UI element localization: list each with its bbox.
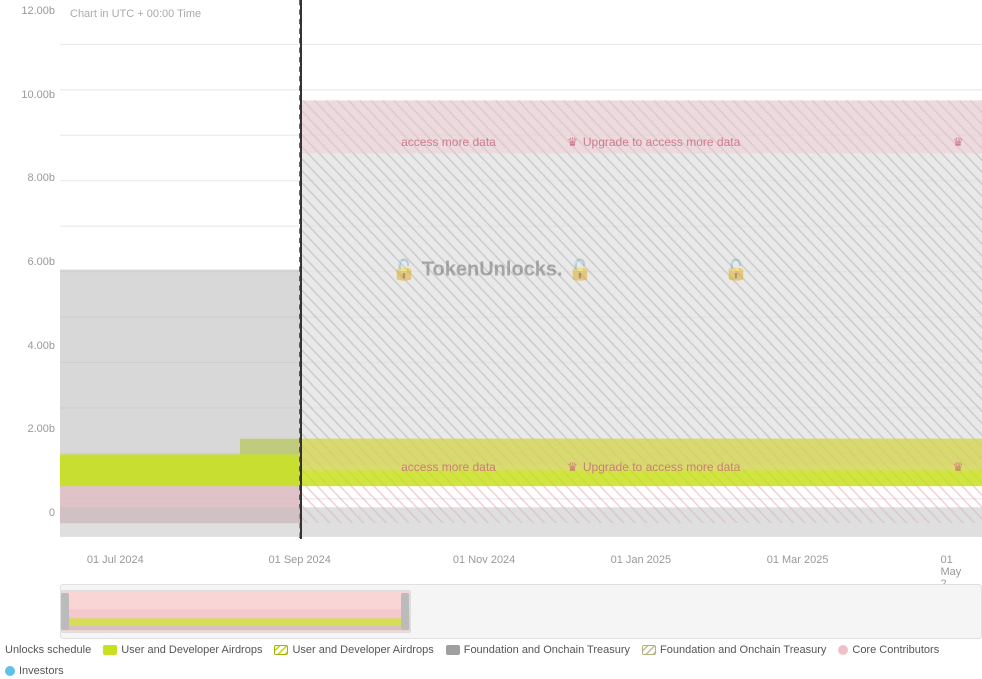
- y-axis: 12.00b 10.00b 8.00b 6.00b 4.00b 2.00b 0: [0, 0, 60, 539]
- watermark-2: 🔓: [724, 257, 749, 282]
- upgrade-banner-2[interactable]: ♛ Upgrade to access more data: [567, 135, 740, 149]
- scroll-navigator[interactable]: [60, 584, 982, 639]
- access-text-2: access more data: [401, 460, 496, 474]
- y-label-0: 0: [5, 507, 55, 519]
- x-label-nov: 01 Nov 2024: [453, 554, 515, 566]
- crown-icon-2: ♛: [953, 135, 964, 149]
- legend-color-gray: [446, 645, 460, 655]
- y-label-2: 2.00b: [5, 423, 55, 435]
- upgrade-banner-1[interactable]: access more data: [401, 135, 496, 149]
- y-label-10: 10.00b: [5, 89, 55, 101]
- legend-item-foundation-hatched: Foundation and Onchain Treasury: [642, 644, 826, 656]
- y-label-8: 8.00b: [5, 172, 55, 184]
- legend-label-foundation-hatched: Foundation and Onchain Treasury: [660, 644, 826, 656]
- legend-label-foundation-solid: Foundation and Onchain Treasury: [464, 644, 630, 656]
- y-label-12: 12.00b: [5, 5, 55, 17]
- scroll-thumb[interactable]: [61, 590, 411, 633]
- y-label-4: 4.00b: [5, 340, 55, 352]
- scroll-handle-right[interactable]: [401, 593, 409, 630]
- access-text-1: access more data: [401, 135, 496, 149]
- legend-color-yellow: [103, 645, 117, 655]
- scroll-handle-left[interactable]: [61, 593, 69, 630]
- legend-title: Unlocks schedule: [5, 644, 91, 656]
- lock-icon-1: 🔓: [392, 257, 417, 282]
- legend-label-core: Core Contributors: [852, 644, 939, 656]
- x-label-sep: 01 Sep 2024: [269, 554, 331, 566]
- upgrade-text-2: Upgrade to access more data: [583, 460, 740, 474]
- x-label-jul: 01 Jul 2024: [87, 554, 144, 566]
- x-axis: 01 Jul 2024 01 Sep 2024 01 Nov 2024 01 J…: [60, 549, 982, 579]
- lock-icon-2: 🔓: [568, 257, 593, 282]
- legend-dot-investors: [5, 666, 15, 676]
- upgrade-banner-4[interactable]: access more data: [401, 460, 496, 474]
- y-label-6: 6.00b: [5, 256, 55, 268]
- legend-label-airdrops-hatched: User and Developer Airdrops: [292, 644, 433, 656]
- legend-item-foundation-solid: Foundation and Onchain Treasury: [446, 644, 630, 656]
- x-label-jan: 01 Jan 2025: [611, 554, 672, 566]
- today-line: Today: [300, 0, 302, 539]
- crown-icon-3: ♛: [567, 460, 578, 474]
- legend-color-gray-hatched: [642, 645, 656, 655]
- crown-icon-4: ♛: [953, 460, 964, 474]
- chart-area: Chart in UTC + 00:00 Time: [60, 0, 982, 539]
- legend-label-investors: Investors: [19, 665, 64, 677]
- x-label-mar: 01 Mar 2025: [767, 554, 829, 566]
- lock-icon-3: 🔓: [724, 257, 749, 282]
- chart-container: 12.00b 10.00b 8.00b 6.00b 4.00b 2.00b 0 …: [0, 0, 982, 679]
- watermark-text-1: TokenUnlocks.: [422, 258, 563, 281]
- legend-item-airdrops-solid: User and Developer Airdrops: [103, 644, 262, 656]
- legend-item-core: Core Contributors: [838, 644, 939, 656]
- crown-icon-1: ♛: [567, 135, 578, 149]
- upgrade-text-1: Upgrade to access more data: [583, 135, 740, 149]
- legend-color-yellow-hatched: [274, 645, 288, 655]
- legend: Unlocks schedule User and Developer Aird…: [0, 641, 982, 679]
- legend-title-text: Unlocks schedule: [5, 644, 91, 656]
- upgrade-banner-6[interactable]: ♛: [953, 460, 964, 474]
- legend-item-airdrops-hatched: User and Developer Airdrops: [274, 644, 433, 656]
- legend-dot-core: [838, 645, 848, 655]
- upgrade-banner-3[interactable]: ♛: [953, 135, 964, 149]
- watermark-1: 🔓 TokenUnlocks. 🔓: [392, 257, 593, 282]
- upgrade-banner-5[interactable]: ♛ Upgrade to access more data: [567, 460, 740, 474]
- legend-item-investors: Investors: [5, 665, 64, 677]
- legend-label-airdrops-solid: User and Developer Airdrops: [121, 644, 262, 656]
